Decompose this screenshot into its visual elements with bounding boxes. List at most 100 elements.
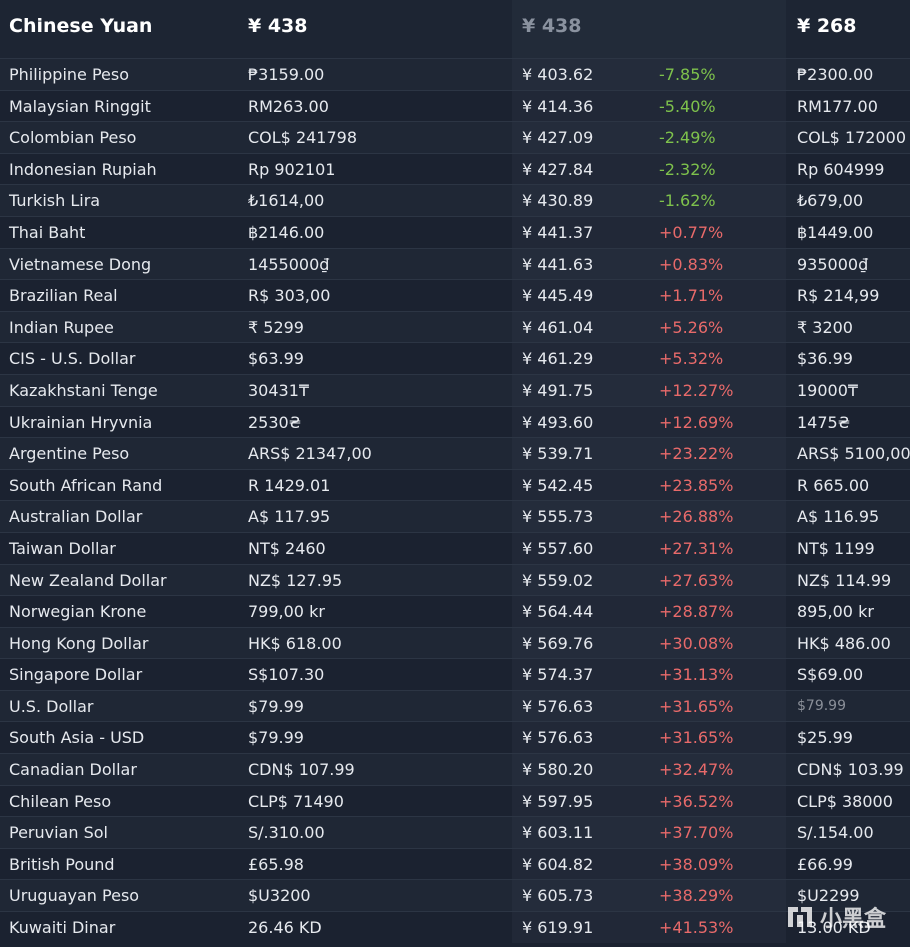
local-price: NT$ 2460 xyxy=(248,538,326,558)
percent-diff: +27.63% xyxy=(659,570,734,590)
local-price: R 1429.01 xyxy=(248,475,331,495)
table-row: Thai Baht ฿2146.00 ¥ 441.37 +0.77% ฿1449.00 xyxy=(0,215,910,248)
currency-name: Indian Rupee xyxy=(9,317,114,337)
table-header-row: Chinese Yuan ¥ 438 ¥ 438 ¥ 268 xyxy=(0,0,910,58)
currency-name: Singapore Dollar xyxy=(9,665,143,685)
other-price: ฿1449.00 xyxy=(797,222,874,242)
converted-price: ¥ 542.45 xyxy=(522,475,594,495)
currency-name: Brazilian Real xyxy=(9,286,118,306)
other-price: S/.154.00 xyxy=(797,823,874,843)
converted-price: ¥ 461.29 xyxy=(522,349,594,369)
percent-diff: +12.69% xyxy=(659,412,734,432)
converted-price: ¥ 427.09 xyxy=(522,128,594,148)
currency-name: New Zealand Dollar xyxy=(9,570,167,590)
currency-name: Argentine Peso xyxy=(9,444,130,464)
percent-diff: -2.49% xyxy=(659,128,716,148)
other-price: 895,00 kr xyxy=(797,602,874,622)
local-price: S$107.30 xyxy=(248,665,325,685)
other-price: 935000₫ xyxy=(797,254,869,274)
local-price: NZ$ 127.95 xyxy=(248,570,343,590)
other-price: £66.99 xyxy=(797,854,853,874)
percent-diff: +41.53% xyxy=(659,918,734,938)
header-converted: ¥ 438 xyxy=(522,15,582,37)
table-row: Ukrainian Hryvnia 2530₴ ¥ 493.60 +12.69% 147… xyxy=(0,405,910,438)
converted-price: ¥ 461.04 xyxy=(522,317,594,337)
converted-price: ¥ 445.49 xyxy=(522,286,594,306)
currency-name: South Asia - USD xyxy=(9,728,145,748)
table-row: Chilean Peso CLP$ 71490 ¥ 597.95 +36.52% CLP… xyxy=(0,784,910,817)
watermark-text: 小黑盒 xyxy=(819,907,886,932)
percent-diff: +26.88% xyxy=(659,507,734,527)
percent-diff: +30.08% xyxy=(659,633,734,653)
percent-diff: +32.47% xyxy=(659,760,734,780)
converted-price: ¥ 427.84 xyxy=(522,159,594,179)
local-price: 26.46 KD xyxy=(248,918,322,938)
converted-price: ¥ 430.89 xyxy=(522,191,594,211)
percent-diff: -2.32% xyxy=(659,159,716,179)
percent-diff: +37.70% xyxy=(659,823,734,843)
header-price: ¥ 438 xyxy=(248,15,308,37)
table-row: Norwegian Krone 799,00 kr ¥ 564.44 +28.87% 8… xyxy=(0,595,910,627)
converted-price: ¥ 555.73 xyxy=(522,507,594,527)
percent-diff: -7.85% xyxy=(659,65,716,84)
converted-price: ¥ 569.76 xyxy=(522,633,594,653)
other-price: ₹ 3200 xyxy=(797,317,853,337)
local-price: S/.310.00 xyxy=(248,823,325,843)
local-price: CDN$ 107.99 xyxy=(248,760,355,780)
local-price: 2530₴ xyxy=(248,412,302,432)
currency-name: Malaysian Ringgit xyxy=(9,96,151,116)
table-row: Taiwan Dollar NT$ 2460 ¥ 557.60 +27.31% NT$ … xyxy=(0,531,910,564)
currency-name: British Pound xyxy=(9,854,115,874)
percent-diff: +0.77% xyxy=(659,222,724,242)
converted-price: ¥ 491.75 xyxy=(522,380,594,400)
percent-diff: +36.52% xyxy=(659,791,734,811)
local-price: ₹ 5299 xyxy=(248,317,304,337)
currency-name: Thai Baht xyxy=(9,222,86,242)
header-other-price: ¥ 268 xyxy=(797,15,857,37)
table-row: Peruvian Sol S/.310.00 ¥ 603.11 +37.70% S/.1… xyxy=(0,816,910,848)
currency-name: Hong Kong Dollar xyxy=(9,633,149,653)
currency-name: Australian Dollar xyxy=(9,507,143,527)
percent-diff: +27.31% xyxy=(659,538,734,558)
percent-diff: +5.32% xyxy=(659,349,724,369)
currency-name: Indonesian Rupiah xyxy=(9,159,157,179)
percent-diff: +28.87% xyxy=(659,602,734,622)
converted-price: ¥ 580.20 xyxy=(522,760,594,780)
local-price: $79.99 xyxy=(248,696,304,716)
converted-price: ¥ 576.63 xyxy=(522,728,594,748)
other-price: R$ 214,99 xyxy=(797,286,880,306)
other-price: NT$ 1199 xyxy=(797,538,875,558)
local-price: RM263.00 xyxy=(248,96,329,116)
local-price: 799,00 kr xyxy=(248,602,325,622)
local-price: A$ 117.95 xyxy=(248,507,331,527)
percent-diff: +12.27% xyxy=(659,380,734,400)
local-price: ฿2146.00 xyxy=(248,222,325,242)
watermark: 小黑盒 xyxy=(784,901,886,933)
converted-price: ¥ 559.02 xyxy=(522,570,594,590)
converted-price: ¥ 605.73 xyxy=(522,886,594,906)
converted-price: ¥ 564.44 xyxy=(522,602,594,622)
converted-price: ¥ 603.11 xyxy=(522,823,594,843)
other-price: ₺679,00 xyxy=(797,191,864,211)
table-row: Kazakhstani Tenge 30431₸ ¥ 491.75 +12.27% 19… xyxy=(0,373,910,406)
other-price: HK$ 486.00 xyxy=(797,633,891,653)
converted-price: ¥ 574.37 xyxy=(522,665,594,685)
table-row: Malaysian Ringgit RM263.00 ¥ 414.36 -5.40% R… xyxy=(0,89,910,122)
currency-name: Colombian Peso xyxy=(9,128,137,148)
local-price: COL$ 241798 xyxy=(248,128,358,148)
percent-diff: +0.83% xyxy=(659,254,724,274)
local-price: Rp 902101 xyxy=(248,159,336,179)
currency-name: Taiwan Dollar xyxy=(9,538,116,558)
table-row: CIS - U.S. Dollar $63.99 ¥ 461.29 +5.32% $36… xyxy=(0,342,910,374)
table-row: South African Rand R 1429.01 ¥ 542.45 +23.8… xyxy=(0,468,910,501)
xiaoheihe-logo-icon xyxy=(787,907,812,927)
percent-diff: -1.62% xyxy=(659,191,716,211)
currency-name: Chilean Peso xyxy=(9,791,112,811)
other-price: $25.99 xyxy=(797,728,853,748)
currency-name: Canadian Dollar xyxy=(9,760,137,780)
converted-price: ¥ 539.71 xyxy=(522,444,594,464)
table-row: Indian Rupee ₹ 5299 ¥ 461.04 +5.26% ₹ 3200 xyxy=(0,310,910,343)
table-row: Brazilian Real R$ 303,00 ¥ 445.49 +1.71% R$ … xyxy=(0,279,910,311)
table-row: U.S. Dollar $79.99 ¥ 576.63 +31.65% $79.99 xyxy=(0,689,910,722)
header-currency: Chinese Yuan xyxy=(9,15,153,37)
